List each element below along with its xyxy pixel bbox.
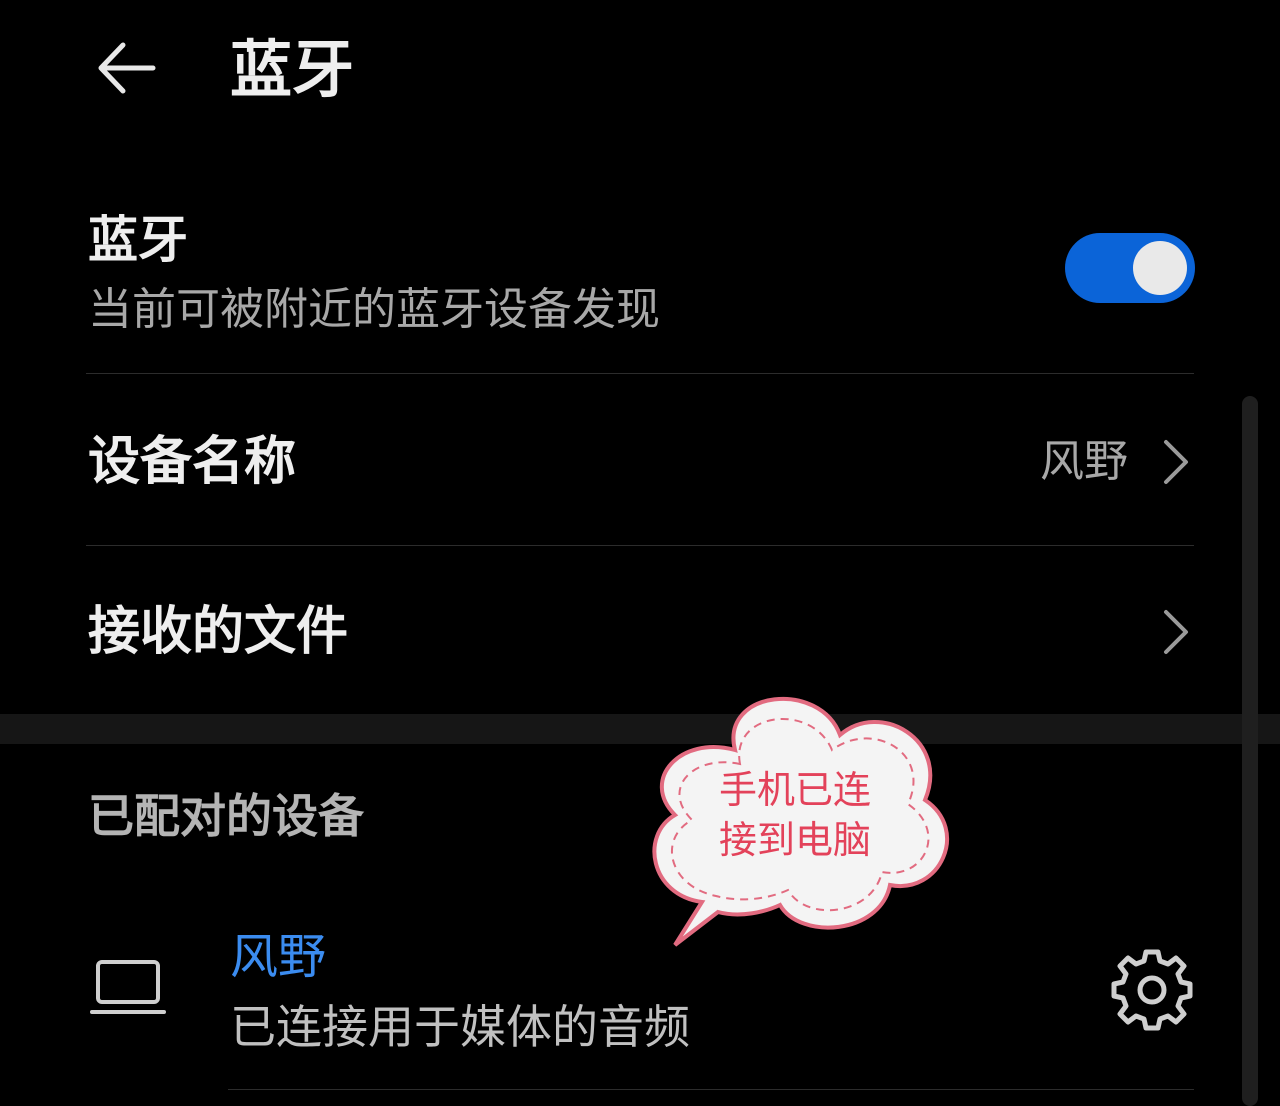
paired-device-status: 已连接用于媒体的音频	[230, 1000, 690, 1054]
scrollbar[interactable]	[1242, 396, 1258, 1106]
laptop-icon	[90, 960, 166, 1014]
page-title: 蓝牙	[230, 33, 355, 106]
divider	[86, 545, 1194, 546]
annotation-line: 手机已连	[718, 768, 871, 812]
divider	[228, 1089, 1194, 1090]
chevron-right-icon	[1164, 610, 1188, 654]
device-name-value: 风野	[1040, 436, 1128, 487]
divider	[86, 373, 1194, 374]
device-name-label: 设备名称	[88, 432, 297, 492]
arrow-left-icon	[98, 42, 156, 94]
annotation-text: 手机已连 接到电脑	[690, 765, 900, 865]
gear-icon	[1111, 949, 1193, 1031]
annotation-line: 接到电脑	[718, 818, 871, 862]
device-settings-button[interactable]	[1108, 946, 1196, 1034]
back-button[interactable]	[84, 26, 168, 110]
chevron-right-icon	[1164, 440, 1188, 484]
paired-device-name: 风野	[230, 929, 327, 985]
bluetooth-discoverable-text: 当前可被附近的蓝牙设备发现	[88, 284, 660, 335]
received-files-label: 接收的文件	[88, 602, 349, 662]
paired-devices-title: 已配对的设备	[88, 789, 364, 843]
bluetooth-label: 蓝牙	[88, 211, 188, 269]
bluetooth-switch[interactable]	[1065, 233, 1195, 303]
switch-knob	[1133, 241, 1187, 295]
